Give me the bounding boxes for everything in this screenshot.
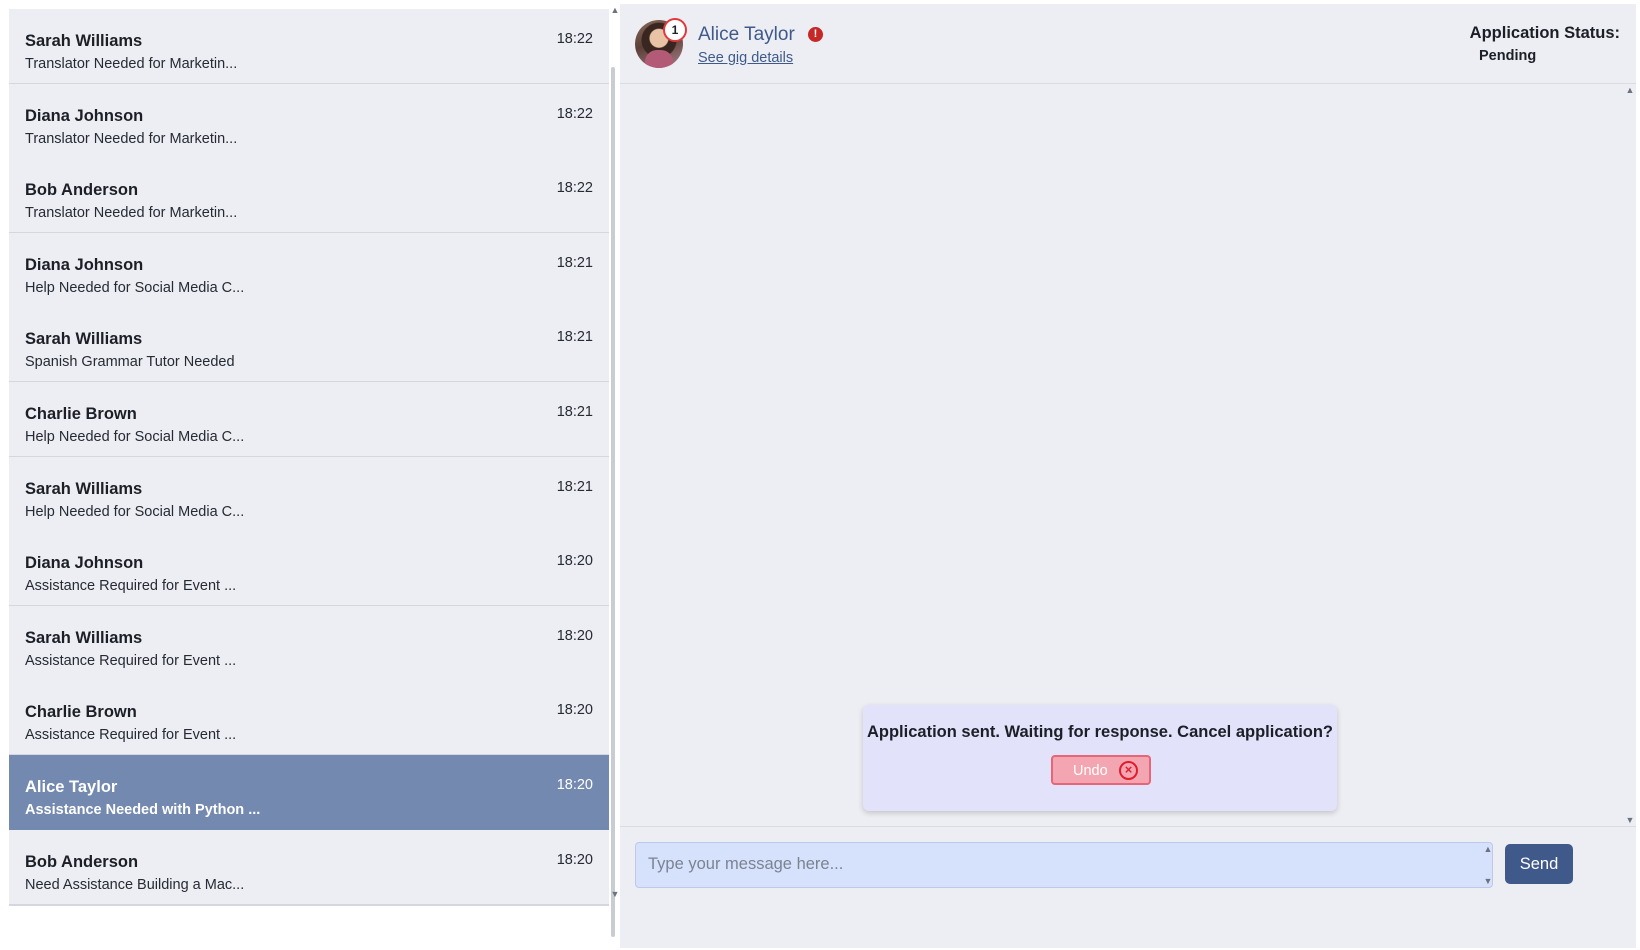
conversation-gig-title: Help Needed for Social Media C... <box>25 279 245 296</box>
conversation-name: Bob Anderson <box>25 181 139 200</box>
conversation-item[interactable]: Bob Anderson Need Assistance Building a M… <box>9 829 609 906</box>
toast-message: Application sent. Waiting for response. … <box>866 723 1334 741</box>
conversation-gig-title: Help Needed for Social Media C... <box>25 503 245 520</box>
close-circle-icon: × <box>1119 761 1138 780</box>
conversation-name: Bob Anderson <box>25 852 139 871</box>
conversation-name: Alice Taylor <box>25 778 118 796</box>
contact-name: Alice Taylor <box>698 24 795 45</box>
conversation-time: 18:22 <box>556 31 593 47</box>
conversation-time: 18:20 <box>556 553 593 570</box>
application-toast: Application sent. Waiting for response. … <box>863 705 1337 811</box>
conversation-item[interactable]: Diana Johnson Assistance Required for Eve… <box>9 531 609 608</box>
message-composer: ▲ ▼ Send <box>620 826 1636 948</box>
scrollbar-thumb[interactable] <box>611 67 615 937</box>
see-gig-details-link[interactable]: See gig details <box>698 50 793 66</box>
conversation-item[interactable]: Sarah Williams Assistance Required for Ev… <box>9 605 609 682</box>
conversation-gig-title: Translator Needed for Marketin... <box>25 205 238 222</box>
message-area-scrollbar[interactable]: ▲ ▼ <box>1624 85 1636 825</box>
chevron-up-icon[interactable]: ▲ <box>1482 844 1494 854</box>
conversation-gig-title: Assistance Required for Event ... <box>25 727 237 744</box>
message-input-scrollbar[interactable]: ▲ ▼ <box>1482 844 1494 886</box>
conversation-gig-title: Need Assistance Building a Mac... <box>25 876 245 893</box>
conversation-gig-title: Translator Needed for Marketin... <box>25 56 238 72</box>
conversation-time: 18:22 <box>556 180 593 197</box>
chat-panel: 1 Alice Taylor ! See gig details Applica… <box>620 4 1636 948</box>
send-button[interactable]: Send <box>1505 844 1573 884</box>
conversation-name: Charlie Brown <box>25 703 137 722</box>
conversation-time: 18:21 <box>556 478 593 495</box>
chat-header: 1 Alice Taylor ! See gig details Applica… <box>620 4 1636 84</box>
chevron-down-icon[interactable]: ▼ <box>1482 876 1494 886</box>
conversation-time: 18:20 <box>556 851 593 868</box>
chevron-up-icon[interactable]: ▲ <box>1624 85 1636 95</box>
avatar-figure <box>645 50 673 68</box>
message-input[interactable] <box>635 842 1493 888</box>
undo-button[interactable]: Undo × <box>1051 755 1151 785</box>
conversation-name: Sarah Williams <box>25 479 143 498</box>
conversation-time: 18:21 <box>556 329 593 346</box>
undo-button-label: Undo <box>1073 763 1108 779</box>
conversation-gig-title: Assistance Required for Event ... <box>25 578 237 595</box>
notification-badge: 1 <box>663 18 687 42</box>
conversation-item[interactable]: Diana Johnson Help Needed for Social Medi… <box>9 232 609 309</box>
conversation-time: 18:20 <box>556 702 593 719</box>
chevron-down-icon[interactable]: ▼ <box>1624 815 1636 825</box>
conversation-gig-title: Translator Needed for Marketin... <box>25 130 238 147</box>
conversation-time: 18:20 <box>556 627 593 644</box>
application-status-value: Pending <box>1479 48 1537 64</box>
conversation-item[interactable]: Diana Johnson Translator Needed for Marke… <box>9 83 609 160</box>
alert-circle-icon: ! <box>808 27 823 42</box>
application-status-label: Application Status: <box>1469 24 1620 42</box>
conversation-name: Sarah Williams <box>25 32 143 50</box>
conversation-item[interactable]: Sarah Williams Translator Needed for Mark… <box>9 9 609 85</box>
conversation-name: Diana Johnson <box>25 554 144 573</box>
conversation-time: 18:20 <box>556 777 593 793</box>
conversation-sidebar: Sarah Williams Translator Needed for Mark… <box>9 5 621 949</box>
conversation-item[interactable]: Charlie Brown Help Needed for Social Medi… <box>9 382 609 458</box>
conversation-item[interactable]: Sarah Williams Spanish Grammar Tutor Need… <box>9 307 609 384</box>
conversation-name: Sarah Williams <box>25 330 143 349</box>
conversation-name: Diana Johnson <box>25 255 144 274</box>
conversation-item[interactable]: Bob Anderson Translator Needed for Market… <box>9 158 609 235</box>
conversation-gig-title: Help Needed for Social Media C... <box>25 429 245 445</box>
conversation-item[interactable]: Sarah Williams Help Needed for Social Med… <box>9 456 609 533</box>
conversation-time: 18:21 <box>556 404 593 420</box>
conversation-item[interactable]: Charlie Brown Assistance Required for Eve… <box>9 680 609 757</box>
conversation-name: Sarah Williams <box>25 628 143 647</box>
conversation-time: 18:21 <box>556 254 593 271</box>
conversation-gig-title: Assistance Required for Event ... <box>25 652 237 669</box>
conversation-gig-title: Assistance Needed with Python ... <box>25 802 261 818</box>
conversation-list: Sarah Williams Translator Needed for Mark… <box>9 9 609 949</box>
conversation-item[interactable]: Alice Taylor Assistance Needed with Pytho… <box>9 755 609 831</box>
conversation-name: Charlie Brown <box>25 405 137 423</box>
message-area: ▲ ▼ Application sent. Waiting for respon… <box>620 85 1636 825</box>
conversation-time: 18:22 <box>556 105 593 122</box>
conversation-name: Diana Johnson <box>25 106 144 125</box>
conversation-gig-title: Spanish Grammar Tutor Needed <box>25 354 235 371</box>
